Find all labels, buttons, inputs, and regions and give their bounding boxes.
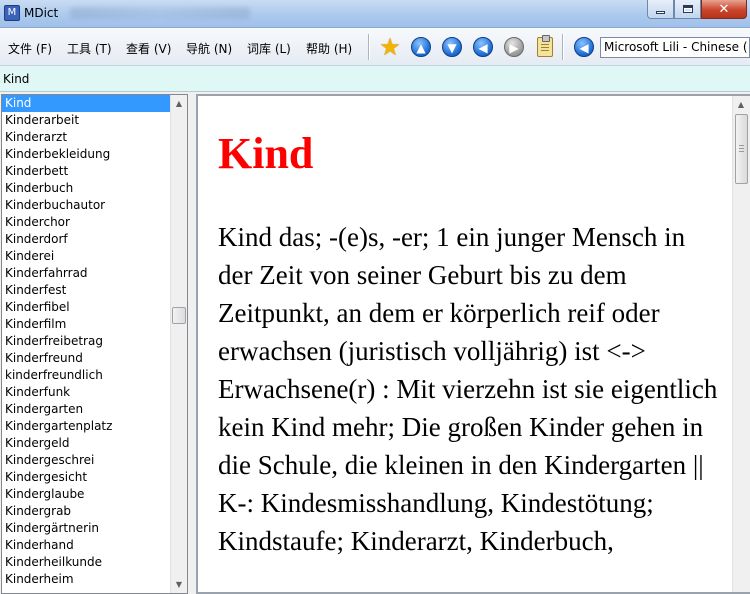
list-item[interactable]: Kindergeld [2,435,172,452]
menu-library[interactable]: 词库 (L) [247,40,291,57]
scroll-thumb[interactable] [735,114,748,184]
list-item[interactable]: Kindergärtnerin [2,520,172,537]
title-blur-region [70,7,250,19]
maximize-button[interactable] [674,0,701,19]
down-arrow-icon: ▼ [442,37,462,57]
scroll-up-arrow-icon[interactable]: ▲ [171,95,187,112]
list-item[interactable]: Kinderfibel [2,299,172,316]
list-item[interactable]: Kinderglaube [2,486,172,503]
entry-headword: Kind [218,129,314,178]
menu-view[interactable]: 查看 (V) [126,40,171,57]
scroll-thumb[interactable] [172,307,186,324]
list-item[interactable]: Kinderfreund [2,350,172,367]
list-item[interactable]: Kinderdorf [2,231,172,248]
up-arrow-icon: ▲ [411,37,431,57]
list-item[interactable]: Kinderbett [2,163,172,180]
list-item[interactable]: Kinderei [2,248,172,265]
minimize-button[interactable] [647,0,674,19]
list-item[interactable]: Kinderfunk [2,384,172,401]
list-item[interactable]: kinderfreundlich [2,367,172,384]
back-button[interactable]: ◀ [471,35,495,59]
list-item[interactable]: Kindergeschrei [2,452,172,469]
word-list-items: Kind Kinderarbeit Kinderarzt Kinderbekleidu… [2,95,172,588]
forward-button[interactable]: ▶ [502,35,526,59]
title-bar: M MDict ✕ [0,0,750,28]
scroll-up-arrow-icon[interactable]: ▲ [733,96,749,113]
minimize-icon [656,10,665,14]
word-list-scrollbar[interactable]: ▲ ▼ [170,95,187,593]
list-item[interactable]: Kinderarzt [2,129,172,146]
menu-file[interactable]: 文件 (F) [8,40,52,57]
toolbar-separator [562,34,564,60]
toolbar-separator [368,34,370,60]
menu-navigate[interactable]: 导航 (N) [186,40,232,57]
close-icon: ✕ [718,1,730,17]
favorite-star-icon: ★ [379,33,401,61]
search-row [0,66,750,92]
scroll-down-arrow-icon[interactable]: ▼ [171,576,187,593]
list-item[interactable]: Kindergarten [2,401,172,418]
list-item[interactable]: Kinderbuch [2,180,172,197]
list-item[interactable]: Kinderfahrrad [2,265,172,282]
list-item[interactable]: Kinderbuchautor [2,197,172,214]
next-word-button[interactable]: ▼ [440,35,464,59]
pane-splitter[interactable] [188,94,196,594]
menu-toolbar: 文件 (F) 工具 (T) 查看 (V) 导航 (N) 词库 (L) 帮助 (H… [0,28,750,66]
list-item[interactable]: Kindergesicht [2,469,172,486]
close-button[interactable]: ✕ [701,0,747,19]
menu-tools[interactable]: 工具 (T) [67,40,112,57]
speak-button[interactable]: ◀ [572,35,596,59]
list-item[interactable]: Kinderfest [2,282,172,299]
list-item[interactable]: Kindergrab [2,503,172,520]
list-item[interactable]: Kinderheilkunde [2,554,172,571]
search-input[interactable] [3,71,743,87]
window-title: MDict [24,6,59,20]
list-item[interactable]: Kind [2,95,172,112]
menu-help[interactable]: 帮助 (H) [306,40,352,57]
entry-definition: Kind das; -(e)s, -er; 1 ein junger Mensc… [218,222,718,556]
list-item[interactable]: Kinderhand [2,537,172,554]
list-item[interactable]: Kinderheim [2,571,172,588]
list-item[interactable]: Kinderchor [2,214,172,231]
entry-pane: Kind Kind das; -(e)s, -er; 1 ein junger … [196,94,750,594]
list-item[interactable]: Kinderarbeit [2,112,172,129]
voice-select[interactable]: Microsoft Lili - Chinese ( [600,37,750,58]
previous-word-button[interactable]: ▲ [409,35,433,59]
clipboard-icon [537,35,553,57]
favorite-button[interactable]: ★ [378,35,402,59]
entry-scrollbar[interactable]: ▲ [732,96,750,592]
word-list: Kind Kinderarbeit Kinderarzt Kinderbekleidu… [1,94,188,594]
speaker-icon: ◀ [574,37,594,57]
app-icon: M [4,5,20,21]
maximize-icon [682,5,693,13]
list-item[interactable]: Kinderfreibetrag [2,333,172,350]
list-item[interactable]: Kinderbekleidung [2,146,172,163]
clipboard-button[interactable] [533,35,557,59]
list-item[interactable]: Kindergartenplatz [2,418,172,435]
back-arrow-icon: ◀ [473,37,493,57]
list-item[interactable]: Kinderfilm [2,316,172,333]
forward-arrow-icon: ▶ [504,37,524,57]
